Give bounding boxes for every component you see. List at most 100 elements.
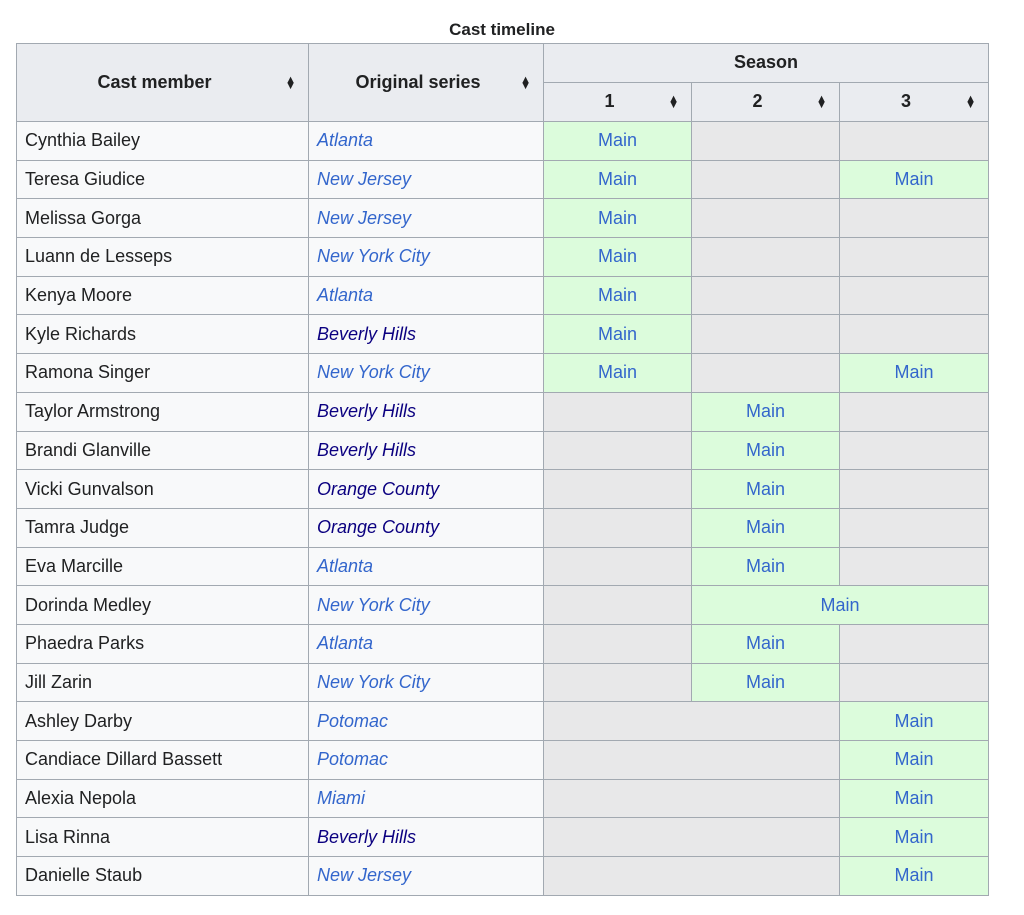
sort-arrows-icon[interactable]: ▲ ▼ — [816, 93, 827, 110]
table-row: Cynthia Bailey Atlanta Main — [16, 121, 990, 161]
sort-arrows-icon[interactable]: ▲ ▼ — [285, 74, 296, 91]
season-status-empty — [691, 198, 840, 239]
season-status-main: Main — [543, 275, 692, 316]
table-row: Alexia Nepola Miami Main — [16, 778, 990, 819]
season-status-empty — [691, 159, 840, 200]
season-status-empty — [838, 198, 990, 239]
header-season-2[interactable]: 2 ▲ ▼ — [691, 81, 840, 123]
season-status-empty — [543, 546, 692, 587]
header-season-3[interactable]: 3 ▲ ▼ — [838, 81, 990, 123]
table-row: Melissa Gorga New Jersey Main — [16, 198, 990, 239]
season-status-main: Main — [838, 856, 990, 896]
series-link[interactable]: Atlanta — [317, 556, 373, 576]
table-row: Lisa Rinna Beverly Hills Main — [16, 817, 990, 858]
table-row: Luann de Lesseps New York City Main — [16, 237, 990, 277]
header-original-series-label: Original series — [355, 72, 481, 92]
series-cell: Atlanta — [308, 275, 544, 316]
season-status-empty — [543, 507, 692, 548]
series-link[interactable]: New Jersey — [317, 169, 411, 189]
season-status-main: Main — [691, 430, 840, 471]
sort-arrows-icon[interactable]: ▲ ▼ — [668, 93, 679, 110]
season-status-empty — [691, 275, 840, 316]
season-status-main: Main — [691, 662, 840, 703]
series-cell: New Jersey — [308, 856, 544, 896]
header-cast-member[interactable]: Cast member ▲ ▼ — [16, 43, 309, 122]
series-link[interactable]: Beverly Hills — [317, 827, 416, 847]
header-season-1[interactable]: 1 ▲ ▼ — [543, 81, 692, 123]
season-status-empty — [838, 662, 990, 703]
season-status-empty — [838, 121, 990, 161]
series-cell: New Jersey — [308, 159, 544, 200]
header-season-3-label: 3 — [901, 91, 912, 112]
cast-name: Taylor Armstrong — [16, 391, 309, 432]
table-row: Danielle Staub New Jersey Main — [16, 856, 990, 896]
series-link[interactable]: Beverly Hills — [317, 401, 416, 421]
season-status-empty — [543, 391, 692, 432]
series-link[interactable]: New York City — [317, 672, 430, 692]
series-cell: Potomac — [308, 740, 544, 780]
season-status-empty — [691, 353, 840, 393]
series-link[interactable]: Beverly Hills — [317, 440, 416, 460]
series-cell: Beverly Hills — [308, 314, 544, 355]
table-row: Kyle Richards Beverly Hills Main — [16, 314, 990, 355]
header-season-1-label: 1 — [604, 91, 615, 112]
season-status-main: Main — [543, 198, 692, 239]
series-link[interactable]: Miami — [317, 788, 365, 808]
series-cell: Atlanta — [308, 623, 544, 664]
cast-name: Kenya Moore — [16, 275, 309, 316]
series-link[interactable]: New Jersey — [317, 208, 411, 228]
cast-name: Kyle Richards — [16, 314, 309, 355]
season-status-main: Main — [838, 159, 990, 200]
cast-name: Candiace Dillard Bassett — [16, 740, 309, 780]
series-cell: New York City — [308, 662, 544, 703]
series-link[interactable]: Atlanta — [317, 130, 373, 150]
season-status-empty — [543, 740, 840, 780]
series-link[interactable]: Orange County — [317, 479, 439, 499]
series-link[interactable]: Potomac — [317, 711, 388, 731]
table-row: Ramona Singer New York City Main Main — [16, 353, 990, 393]
table-row: Vicki Gunvalson Orange County Main — [16, 469, 990, 509]
cast-name: Teresa Giudice — [16, 159, 309, 200]
table-row: Brandi Glanville Beverly Hills Main — [16, 430, 990, 471]
cast-name: Luann de Lesseps — [16, 237, 309, 277]
season-status-main: Main — [838, 353, 990, 393]
series-link[interactable]: New York City — [317, 595, 430, 615]
series-link[interactable]: Potomac — [317, 749, 388, 769]
table-row: Dorinda Medley New York City Main — [16, 585, 990, 625]
season-status-main: Main — [691, 391, 840, 432]
season-status-empty — [838, 391, 990, 432]
series-cell: Beverly Hills — [308, 430, 544, 471]
cast-name: Brandi Glanville — [16, 430, 309, 471]
series-link[interactable]: New Jersey — [317, 865, 411, 885]
header-original-series[interactable]: Original series ▲ ▼ — [308, 43, 544, 122]
cast-name: Melissa Gorga — [16, 198, 309, 239]
season-status-main: Main — [691, 469, 840, 509]
series-link[interactable]: Orange County — [317, 517, 439, 537]
season-status-main: Main — [838, 778, 990, 819]
season-status-main: Main — [838, 817, 990, 858]
season-status-empty — [543, 817, 840, 858]
season-status-empty — [691, 237, 840, 277]
series-cell: Atlanta — [308, 121, 544, 161]
series-cell: New Jersey — [308, 198, 544, 239]
series-link[interactable]: Atlanta — [317, 633, 373, 653]
cast-name: Ashley Darby — [16, 701, 309, 741]
table-row: Jill Zarin New York City Main — [16, 662, 990, 703]
season-status-main: Main — [691, 546, 840, 587]
table-row: Taylor Armstrong Beverly Hills Main — [16, 391, 990, 432]
series-link[interactable]: New York City — [317, 362, 430, 382]
series-cell: Potomac — [308, 701, 544, 741]
sort-arrows-icon[interactable]: ▲ ▼ — [965, 93, 976, 110]
table-row: Teresa Giudice New Jersey Main Main — [16, 159, 990, 200]
sort-arrows-icon[interactable]: ▲ ▼ — [520, 74, 531, 91]
series-link[interactable]: New York City — [317, 246, 430, 266]
series-link[interactable]: Atlanta — [317, 285, 373, 305]
season-status-empty — [838, 546, 990, 587]
season-status-empty — [838, 469, 990, 509]
table-row: Kenya Moore Atlanta Main — [16, 275, 990, 316]
season-status-empty — [543, 856, 840, 896]
season-status-main: Main — [691, 623, 840, 664]
season-status-empty — [543, 778, 840, 819]
series-link[interactable]: Beverly Hills — [317, 324, 416, 344]
series-cell: New York City — [308, 353, 544, 393]
